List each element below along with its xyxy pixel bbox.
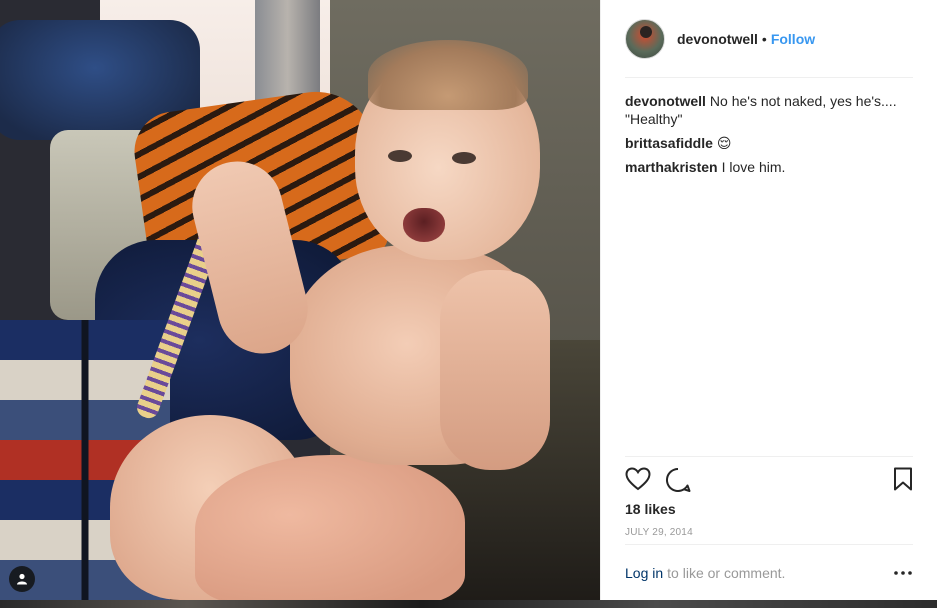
post-side-panel: devonotwell • Follow devonotwell No he's … <box>600 0 937 600</box>
header-username[interactable]: devonotwell <box>677 31 758 47</box>
baby-eye-right <box>452 152 476 164</box>
post-date: JULY 29, 2014 <box>625 527 693 538</box>
more-options-icon[interactable] <box>893 563 913 583</box>
user-tag-icon[interactable] <box>9 566 35 592</box>
action-bar <box>625 456 913 496</box>
login-prompt-text: to like or comment. <box>667 564 786 581</box>
comment-bubble-icon[interactable] <box>665 467 691 498</box>
login-link[interactable]: Log in <box>625 565 663 581</box>
comments-list: devonotwell No he's not naked, yes he's..… <box>625 92 915 182</box>
comment-item: brittasafiddle 😌 <box>625 134 915 152</box>
baby-eye-left <box>388 150 412 162</box>
login-footer: Log in to like or comment. <box>625 544 913 600</box>
comment-username[interactable]: devonotwell <box>625 93 706 109</box>
separator-dot: • <box>761 30 767 47</box>
baby-leg-right <box>195 455 465 600</box>
bookmark-icon[interactable] <box>893 467 913 496</box>
avatar[interactable] <box>625 18 665 59</box>
comment-username[interactable]: marthakristen <box>625 159 718 175</box>
baby-hair <box>368 40 528 110</box>
baby-mouth <box>403 208 445 242</box>
comment-text: I love him. <box>721 159 786 175</box>
comment-username[interactable]: brittasafiddle <box>625 135 713 151</box>
follow-button[interactable]: Follow <box>771 31 815 47</box>
background-strip <box>0 600 937 608</box>
baby-arm-right <box>440 270 550 470</box>
likes-count[interactable]: 18 likes <box>625 501 676 517</box>
post-photo[interactable] <box>0 0 600 600</box>
comment-caption: devonotwell No he's not naked, yes he's..… <box>625 92 915 128</box>
comment-text: 😌 <box>716 135 732 151</box>
post-header: devonotwell • Follow <box>625 18 913 78</box>
heart-icon[interactable] <box>625 467 651 496</box>
comment-item: marthakristen I love him. <box>625 158 915 176</box>
